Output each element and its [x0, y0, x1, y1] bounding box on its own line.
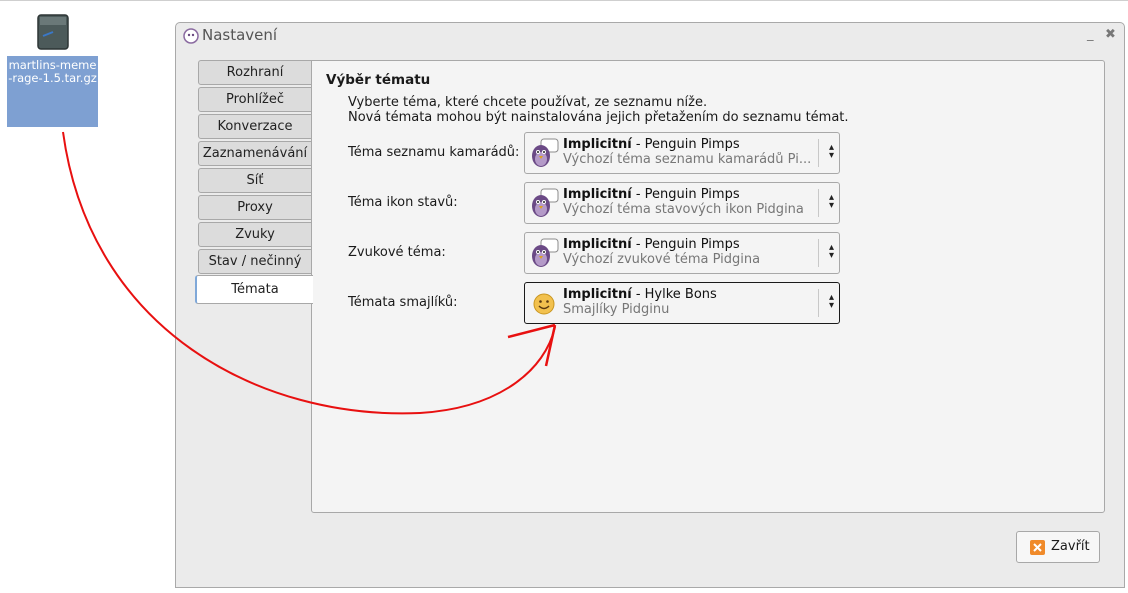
annotation-curve — [62, 131, 556, 415]
annotation-arrow — [62, 131, 557, 415]
tab-themes[interactable]: Témata — [195, 275, 313, 304]
